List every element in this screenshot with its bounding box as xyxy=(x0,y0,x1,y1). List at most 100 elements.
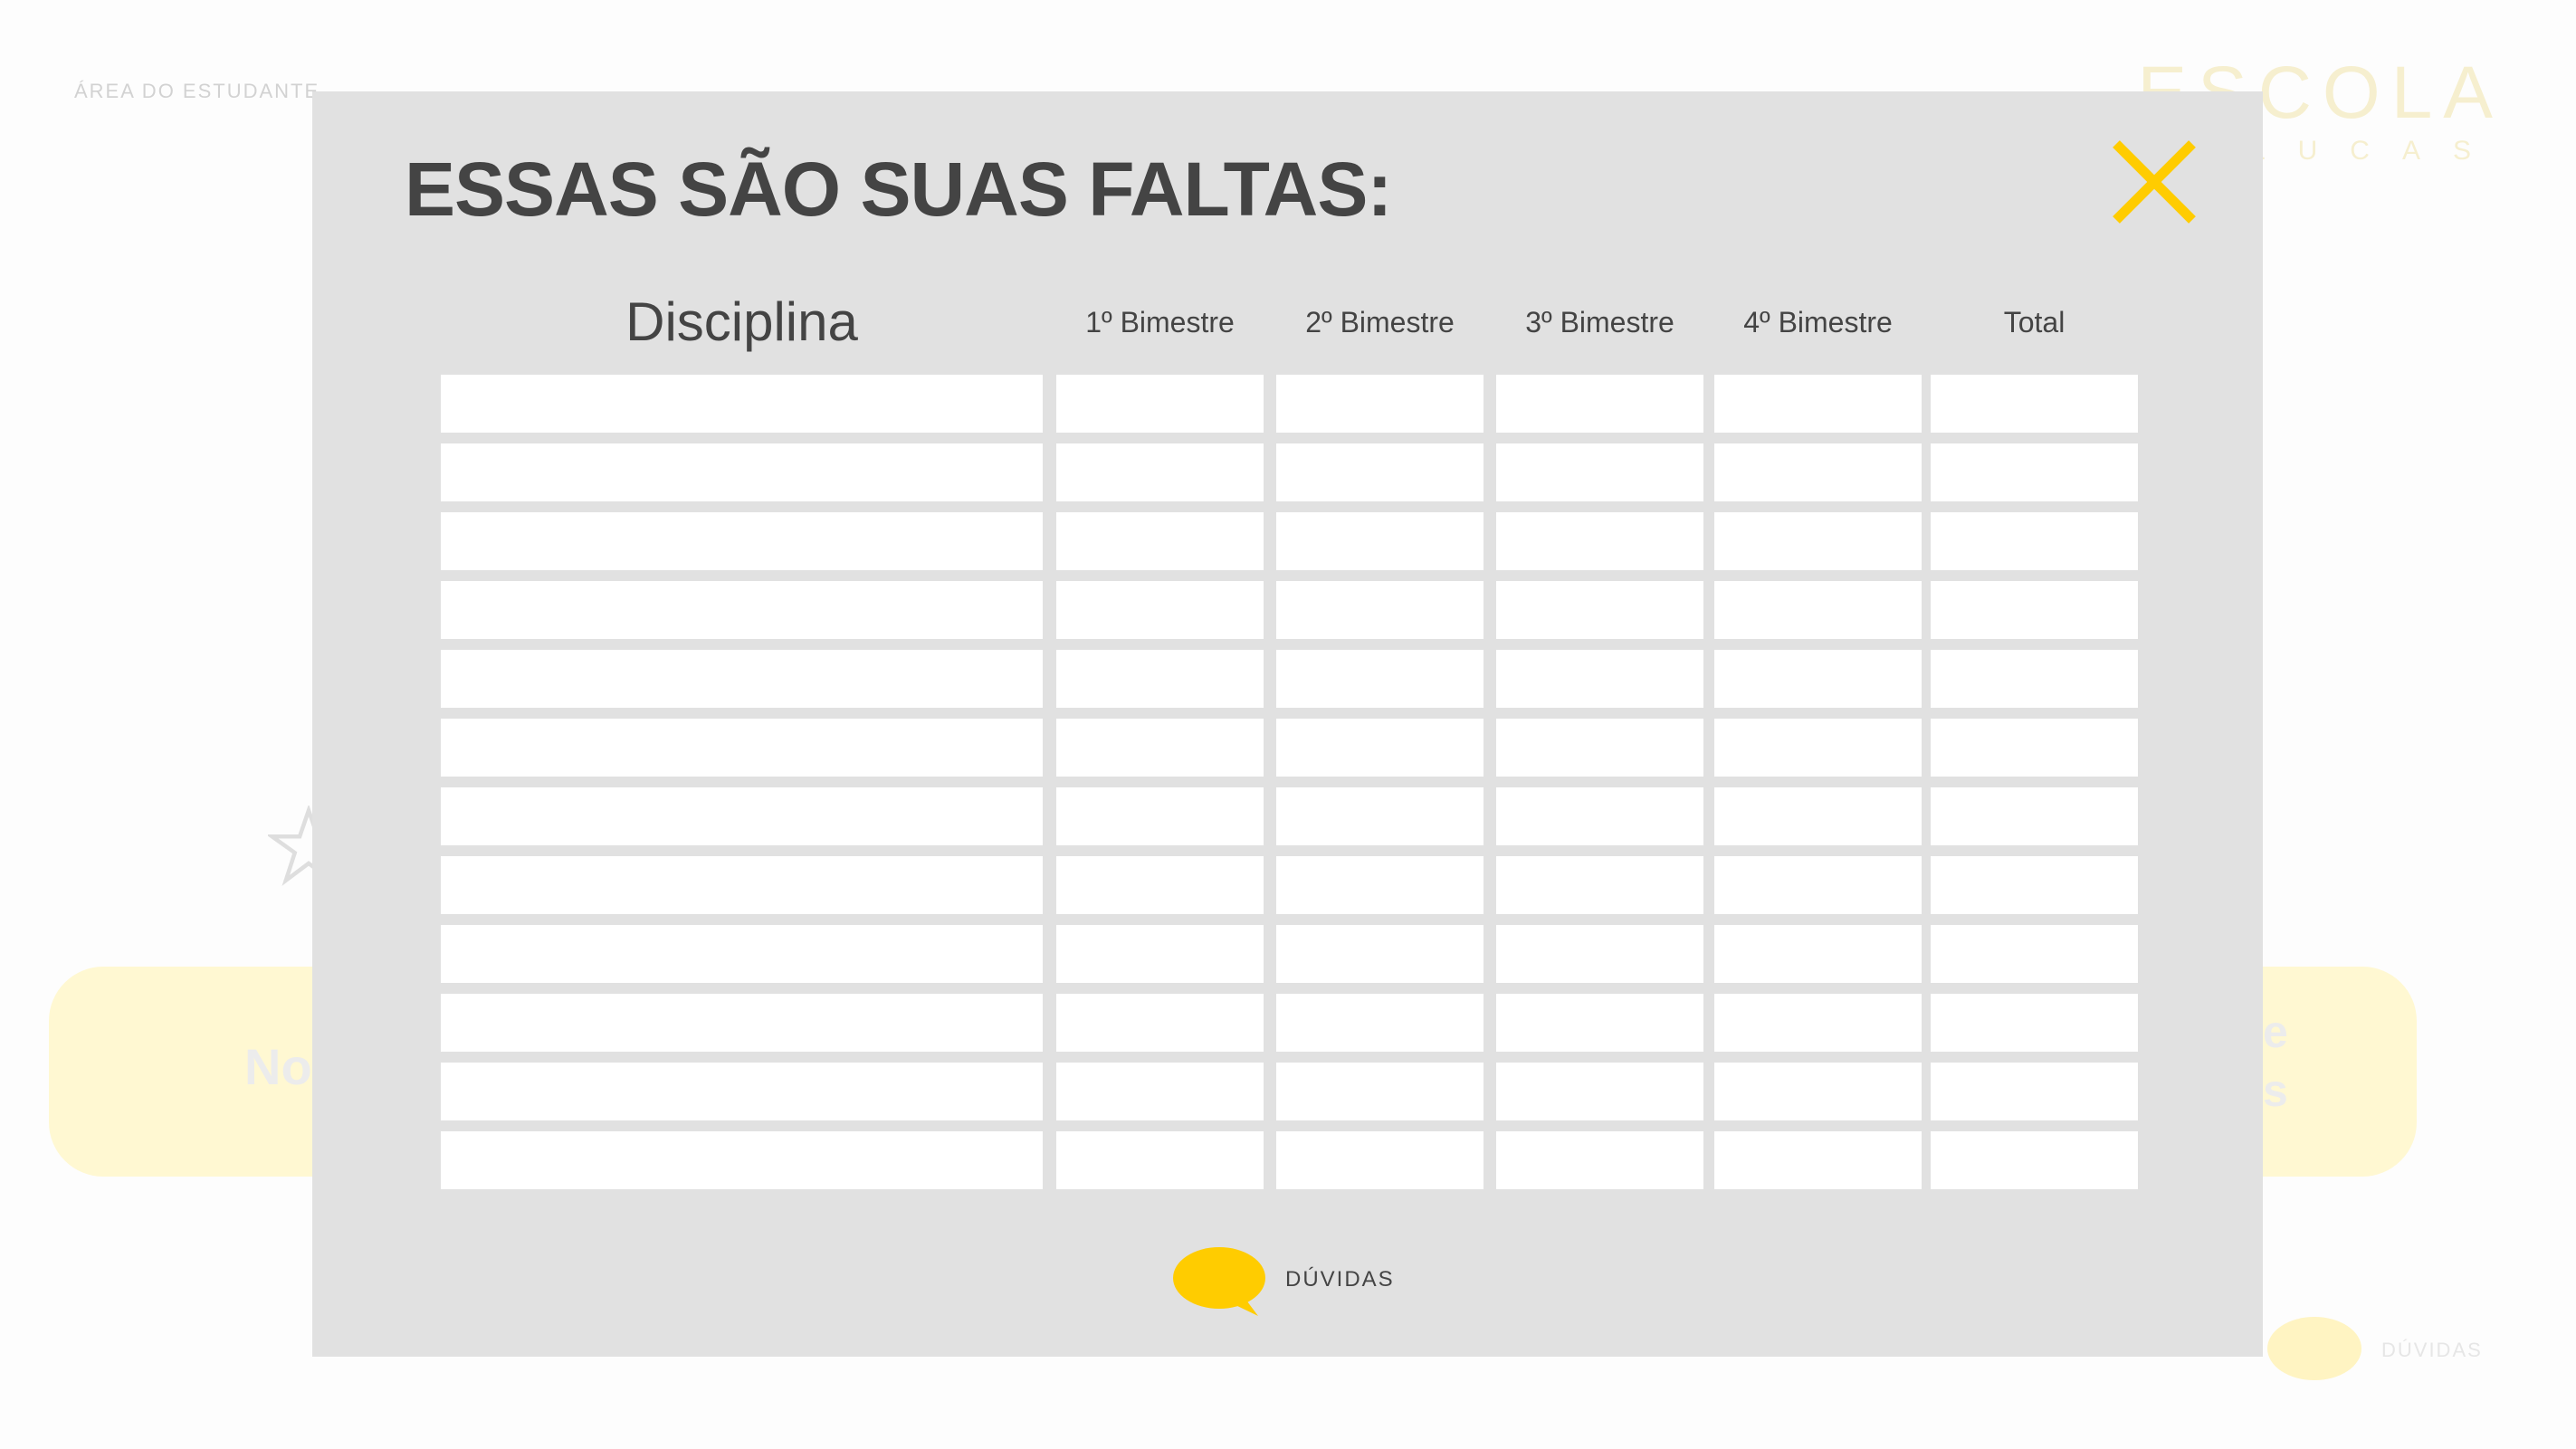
table-cell-bimester-1 xyxy=(1056,443,1264,501)
table-cell-bimester-3 xyxy=(1496,856,1703,914)
table-cell-bimester-4 xyxy=(1714,375,1922,433)
table-cell-bimester-3 xyxy=(1496,1063,1703,1120)
table-cell-bimester-2 xyxy=(1276,375,1484,433)
table-cell-bimester-3 xyxy=(1496,581,1703,639)
table-cell-bimester-4 xyxy=(1714,650,1922,708)
table-cell-discipline xyxy=(441,512,1043,570)
table-cell-bimester-2 xyxy=(1276,925,1484,983)
speech-bubble-icon xyxy=(1173,1247,1265,1316)
table-cell-total xyxy=(1931,856,2138,914)
table-cell-bimester-3 xyxy=(1496,1131,1703,1189)
table-cell-total xyxy=(1931,375,2138,433)
background-card-right-text: e s xyxy=(2263,1006,2288,1116)
table-cell-bimester-4 xyxy=(1714,1063,1922,1120)
table-cell-bimester-4 xyxy=(1714,1131,1922,1189)
table-row xyxy=(441,650,2138,708)
table-cell-total xyxy=(1931,1063,2138,1120)
table-cell-discipline xyxy=(441,787,1043,845)
table-cell-discipline xyxy=(441,994,1043,1052)
table-cell-total xyxy=(1931,443,2138,501)
table-cell-bimester-4 xyxy=(1714,856,1922,914)
table-row xyxy=(441,1131,2138,1189)
table-cell-discipline xyxy=(441,375,1043,433)
table-cell-bimester-2 xyxy=(1276,787,1484,845)
column-header-discipline: Disciplina xyxy=(625,291,858,352)
table-cell-bimester-4 xyxy=(1714,512,1922,570)
table-cell-bimester-2 xyxy=(1276,1063,1484,1120)
table-row xyxy=(441,719,2138,777)
table-cell-bimester-4 xyxy=(1714,994,1922,1052)
table-cell-discipline xyxy=(441,650,1043,708)
table-cell-total xyxy=(1931,719,2138,777)
table-cell-bimester-3 xyxy=(1496,994,1703,1052)
table-cell-bimester-3 xyxy=(1496,719,1703,777)
table-cell-discipline xyxy=(441,925,1043,983)
table-row xyxy=(441,512,2138,570)
table-cell-bimester-2 xyxy=(1276,719,1484,777)
table-cell-bimester-2 xyxy=(1276,856,1484,914)
help-label: DÚVIDAS xyxy=(1285,1267,1395,1292)
table-cell-total xyxy=(1931,787,2138,845)
close-icon xyxy=(2113,140,2196,224)
table-row xyxy=(441,925,2138,983)
table-cell-total xyxy=(1931,994,2138,1052)
table-cell-bimester-1 xyxy=(1056,1131,1264,1189)
table-cell-bimester-2 xyxy=(1276,1131,1484,1189)
table-cell-discipline xyxy=(441,1131,1043,1189)
table-cell-discipline xyxy=(441,443,1043,501)
table-cell-bimester-1 xyxy=(1056,375,1264,433)
table-cell-total xyxy=(1931,512,2138,570)
table-cell-bimester-3 xyxy=(1496,787,1703,845)
table-cell-bimester-4 xyxy=(1714,719,1922,777)
table-cell-bimester-2 xyxy=(1276,650,1484,708)
table-cell-bimester-1 xyxy=(1056,787,1264,845)
column-header-total: Total xyxy=(2003,306,2066,338)
table-row xyxy=(441,994,2138,1052)
table-cell-bimester-4 xyxy=(1714,925,1922,983)
table-cell-bimester-1 xyxy=(1056,994,1264,1052)
table-cell-bimester-2 xyxy=(1276,581,1484,639)
table-cell-total xyxy=(1931,1131,2138,1189)
background-card-left-text: No xyxy=(244,1038,312,1095)
table-cell-bimester-3 xyxy=(1496,375,1703,433)
table-row xyxy=(441,581,2138,639)
table-cell-bimester-2 xyxy=(1276,512,1484,570)
table-cell-bimester-2 xyxy=(1276,994,1484,1052)
area-label: ÁREA DO ESTUDANTE xyxy=(74,80,320,102)
table-cell-bimester-4 xyxy=(1714,443,1922,501)
absences-modal: ESSAS SÃO SUAS FALTAS: Disciplina 1º Bim… xyxy=(312,91,2263,1357)
table-cell-bimester-1 xyxy=(1056,512,1264,570)
background-help-label: DÚVIDAS xyxy=(2381,1339,2483,1361)
table-cell-discipline xyxy=(441,581,1043,639)
table-cell-total xyxy=(1931,581,2138,639)
column-header-bimester-3: 3º Bimestre xyxy=(1525,306,1674,338)
help-link[interactable]: DÚVIDAS xyxy=(1172,1245,1407,1327)
speech-bubble-icon xyxy=(2267,1317,2361,1380)
table-row xyxy=(441,375,2138,433)
table-cell-bimester-4 xyxy=(1714,581,1922,639)
table-cell-bimester-3 xyxy=(1496,925,1703,983)
table-row xyxy=(441,443,2138,501)
table-cell-discipline xyxy=(441,719,1043,777)
table-row xyxy=(441,787,2138,845)
table-cell-bimester-3 xyxy=(1496,443,1703,501)
column-header-bimester-1: 1º Bimestre xyxy=(1085,306,1235,338)
table-cell-bimester-1 xyxy=(1056,650,1264,708)
column-header-bimester-4: 4º Bimestre xyxy=(1743,306,1893,338)
table-cell-bimester-1 xyxy=(1056,856,1264,914)
table-cell-bimester-3 xyxy=(1496,650,1703,708)
table-cell-discipline xyxy=(441,856,1043,914)
close-button[interactable] xyxy=(2100,128,2209,236)
table-cell-bimester-2 xyxy=(1276,443,1484,501)
modal-title: ESSAS SÃO SUAS FALTAS: xyxy=(405,147,1392,232)
table-cell-total xyxy=(1931,925,2138,983)
table-cell-discipline xyxy=(441,1063,1043,1120)
table-header: Disciplina 1º Bimestre 2º Bimestre 3º Bi… xyxy=(312,281,2263,363)
table-cell-bimester-1 xyxy=(1056,1063,1264,1120)
table-cell-bimester-1 xyxy=(1056,581,1264,639)
table-cell-bimester-1 xyxy=(1056,719,1264,777)
table-cell-bimester-3 xyxy=(1496,512,1703,570)
table-row xyxy=(441,856,2138,914)
table-row xyxy=(441,1063,2138,1120)
column-header-bimester-2: 2º Bimestre xyxy=(1305,306,1455,338)
